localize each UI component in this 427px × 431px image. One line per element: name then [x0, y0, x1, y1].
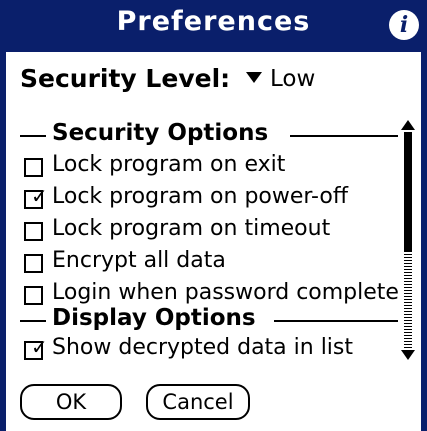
scroll-down-arrow-icon[interactable] [401, 350, 415, 360]
preferences-screen: Preferences i Security Level: Low Securi… [0, 0, 427, 431]
window-title: Preferences [116, 6, 311, 37]
dropdown-triangle-icon [246, 71, 262, 83]
info-icon[interactable]: i [389, 10, 419, 40]
section-header-text: Security Options [52, 120, 269, 146]
checkbox-checked[interactable]: ✓ [24, 337, 48, 360]
header-rule-right [274, 320, 398, 322]
scrollbar-thumb[interactable] [404, 132, 412, 252]
checkbox[interactable] [24, 254, 43, 273]
option-label: Show decrypted data in list [52, 335, 354, 360]
window-right-border [421, 52, 427, 431]
checkmark-icon: ✓ [31, 184, 48, 208]
section-header-display-options: Display Options [20, 305, 398, 335]
option-label: Lock program on power-off [52, 184, 349, 209]
checkbox[interactable] [24, 158, 43, 177]
section-header-security-options: Security Options [20, 120, 398, 150]
option-label: Encrypt all data [52, 248, 226, 273]
checkbox-checked[interactable]: ✓ [24, 186, 48, 209]
checkbox[interactable] [24, 222, 43, 241]
title-bar: Preferences i [0, 0, 427, 52]
header-rule-left [20, 135, 46, 137]
header-rule-right [290, 135, 398, 137]
security-level-value: Low [270, 66, 316, 92]
header-rule-left [20, 320, 46, 322]
option-label: Lock program on exit [52, 152, 286, 177]
security-level-label: Security Level: [20, 64, 231, 93]
cancel-button[interactable]: Cancel [146, 384, 250, 420]
section-header-text: Display Options [52, 305, 256, 331]
window-left-border [0, 52, 6, 431]
scroll-up-arrow-icon[interactable] [401, 120, 415, 130]
scrollbar[interactable] [398, 120, 418, 360]
checkmark-icon: ✓ [31, 335, 48, 359]
security-level-dropdown[interactable]: Low [246, 66, 315, 96]
ok-button[interactable]: OK [20, 384, 122, 420]
checkbox[interactable] [24, 286, 43, 305]
option-label: Login when password complete [52, 280, 399, 305]
option-label: Lock program on timeout [52, 216, 331, 241]
